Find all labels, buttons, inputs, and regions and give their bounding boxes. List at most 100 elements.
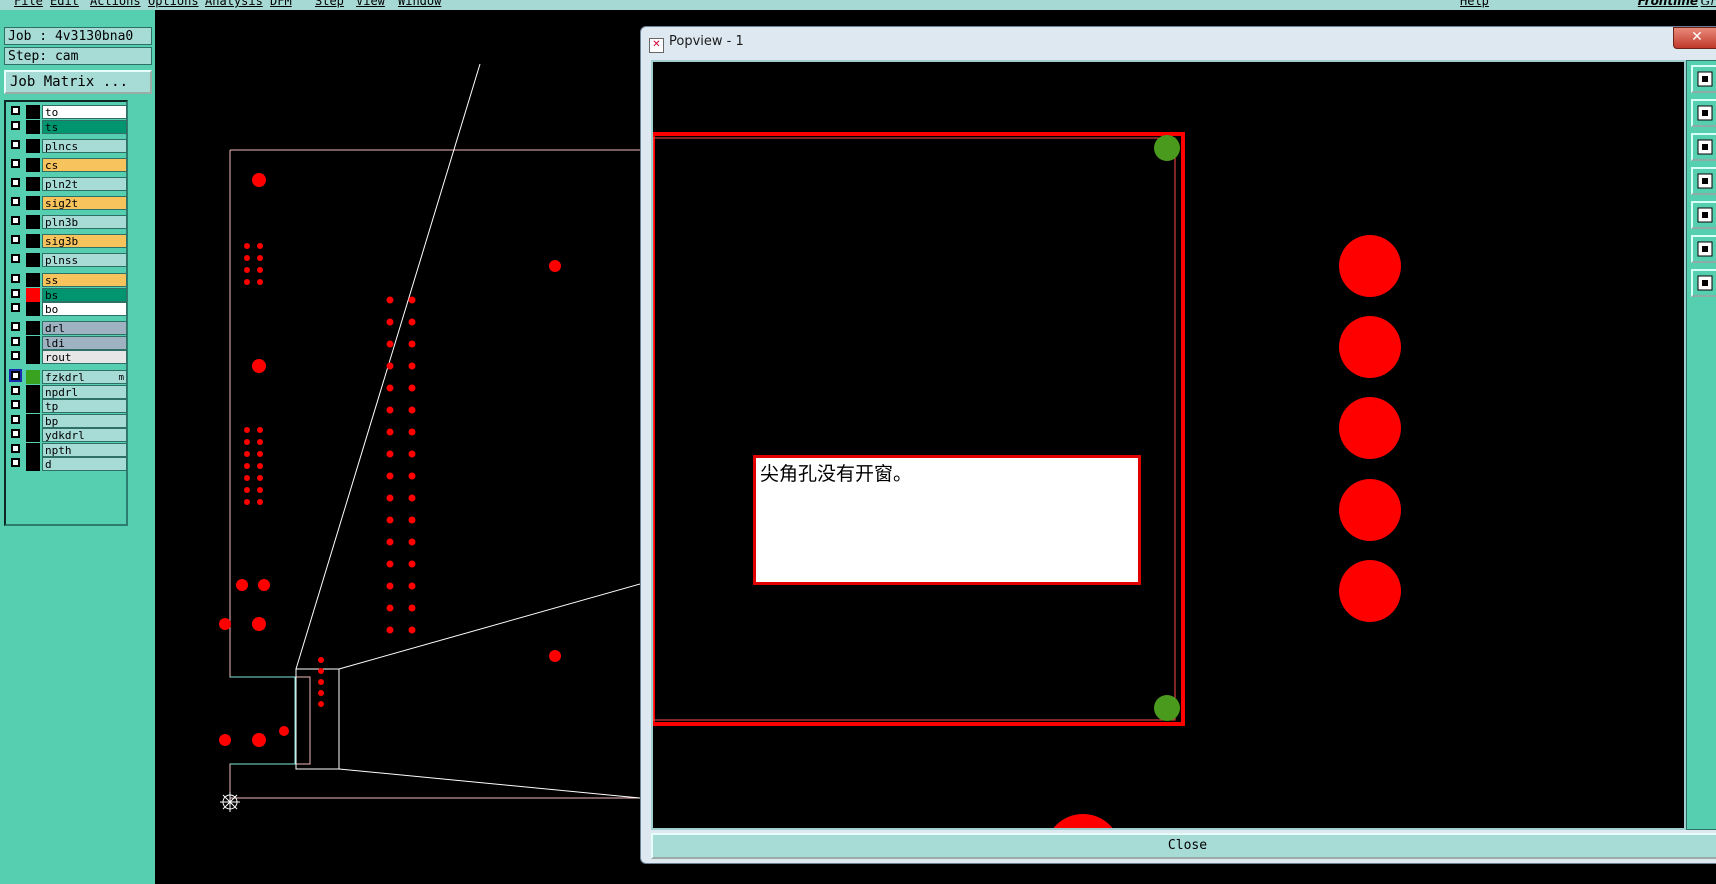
layer-name[interactable]: plnss	[42, 253, 127, 267]
fit-all-icon[interactable]	[1691, 235, 1716, 263]
layer-name[interactable]: d	[42, 457, 127, 471]
layer-row-sig2t[interactable]: sig2t	[9, 196, 127, 210]
window-close-button[interactable]: ✕	[1673, 27, 1716, 49]
menu-item-edit[interactable]: Edit	[50, 0, 79, 8]
zoom-window-icon[interactable]	[1691, 65, 1716, 93]
zoom-in-icon[interactable]	[1691, 99, 1716, 127]
layer-color-swatch[interactable]	[26, 443, 40, 457]
layer-color-swatch[interactable]	[26, 253, 40, 267]
layer-checkbox[interactable]	[11, 197, 20, 206]
layer-name[interactable]: npdrl	[42, 385, 127, 399]
menu-item-actions[interactable]: Actions	[90, 0, 141, 8]
layer-checkbox[interactable]	[11, 140, 20, 149]
layer-name[interactable]: npth	[42, 443, 127, 457]
layer-name[interactable]: pln3b	[42, 215, 127, 229]
layer-name[interactable]: bp	[42, 414, 127, 428]
layer-color-swatch[interactable]	[26, 385, 40, 399]
layer-color-swatch[interactable]	[26, 139, 40, 153]
layer-checkbox[interactable]	[11, 429, 20, 438]
layer-checkbox[interactable]	[11, 400, 20, 409]
layer-checkbox[interactable]	[11, 178, 20, 187]
layer-checkbox[interactable]	[11, 458, 20, 467]
layer-color-swatch[interactable]	[26, 158, 40, 172]
layer-checkbox[interactable]	[11, 415, 20, 424]
layer-checkbox[interactable]	[11, 386, 20, 395]
layer-checkbox[interactable]	[11, 322, 20, 331]
job-matrix-button[interactable]: Job Matrix ...	[4, 70, 152, 94]
layer-name[interactable]: bo	[42, 302, 127, 316]
menu-item-analysis[interactable]: Analysis	[205, 0, 263, 8]
layer-checkbox[interactable]	[11, 216, 20, 225]
layer-row-bs[interactable]: bs	[9, 288, 127, 302]
layer-checkbox[interactable]	[11, 444, 20, 453]
popview-canvas[interactable]: 尖角孔没有开窗。	[651, 60, 1686, 830]
layer-row-ts[interactable]: ts	[9, 120, 127, 134]
layer-row-ss[interactable]: ss	[9, 273, 127, 287]
layer-checkbox[interactable]	[11, 274, 20, 283]
layer-name[interactable]: fzkdrl m	[42, 370, 127, 384]
layer-name[interactable]: cs	[42, 158, 127, 172]
layer-color-swatch[interactable]	[26, 457, 40, 471]
layer-row-drl[interactable]: drl	[9, 321, 127, 335]
layer-checkbox[interactable]	[11, 351, 20, 360]
zoom-out-icon[interactable]	[1691, 133, 1716, 161]
menu-item-window[interactable]: Window	[398, 0, 441, 8]
layer-name[interactable]: ydkdrl	[42, 428, 127, 442]
layer-checkbox[interactable]	[11, 121, 20, 130]
layer-row-npdrl[interactable]: npdrl	[9, 385, 127, 399]
menu-item-step[interactable]: Step	[315, 0, 344, 8]
layer-checkbox[interactable]	[11, 254, 20, 263]
layer-row-ydkdrl[interactable]: ydkdrl	[9, 428, 127, 442]
menu-item-file[interactable]: File	[14, 0, 43, 8]
menu-item-dfm[interactable]: DFM	[270, 0, 292, 8]
layer-row-to[interactable]: to	[9, 105, 127, 119]
pan-right-icon[interactable]	[1691, 201, 1716, 229]
layer-row-pln3b[interactable]: pln3b	[9, 215, 127, 229]
layer-color-swatch[interactable]	[26, 321, 40, 335]
layer-checkbox[interactable]	[11, 159, 20, 168]
layer-color-swatch[interactable]	[26, 120, 40, 134]
layer-name[interactable]: to	[42, 105, 127, 119]
layer-row-d[interactable]: d	[9, 457, 127, 471]
pan-left-icon[interactable]	[1691, 167, 1716, 195]
layer-color-swatch[interactable]	[26, 177, 40, 191]
layer-checkbox[interactable]	[11, 289, 20, 298]
layer-color-swatch[interactable]	[26, 414, 40, 428]
layer-row-sig3b[interactable]: sig3b	[9, 234, 127, 248]
layer-row-plnss[interactable]: plnss	[9, 253, 127, 267]
layer-name[interactable]: plncs	[42, 139, 127, 153]
layer-color-swatch[interactable]	[26, 196, 40, 210]
layer-checkbox[interactable]	[11, 303, 20, 312]
layer-name[interactable]: drl	[42, 321, 127, 335]
layer-row-npth[interactable]: npth	[9, 443, 127, 457]
layer-color-swatch[interactable]	[26, 399, 40, 413]
layer-name[interactable]: tp	[42, 399, 127, 413]
layer-color-swatch[interactable]	[26, 350, 40, 364]
layer-color-swatch[interactable]	[26, 215, 40, 229]
layer-name[interactable]: ldi	[42, 336, 127, 350]
layer-name[interactable]: ts	[42, 120, 127, 134]
layer-color-swatch[interactable]	[26, 336, 40, 350]
layer-name[interactable]: ss	[42, 273, 127, 287]
layer-color-swatch[interactable]	[26, 105, 40, 119]
layer-name[interactable]: bs	[42, 288, 127, 302]
layer-checkbox[interactable]	[11, 106, 20, 115]
layer-checkbox[interactable]	[11, 337, 20, 346]
close-button[interactable]: Close	[651, 833, 1716, 859]
layer-row-bo[interactable]: bo	[9, 302, 127, 316]
layer-name[interactable]: rout	[42, 350, 127, 364]
layer-color-swatch[interactable]	[26, 302, 40, 316]
menu-item-view[interactable]: View	[356, 0, 385, 8]
layer-row-pln2t[interactable]: pln2t	[9, 177, 127, 191]
layer-color-swatch[interactable]	[26, 273, 40, 287]
layer-color-swatch[interactable]	[26, 370, 40, 384]
menu-item-options[interactable]: Options	[148, 0, 199, 8]
layer-row-tp[interactable]: tp	[9, 399, 127, 413]
layer-color-swatch[interactable]	[26, 428, 40, 442]
layer-name[interactable]: sig2t	[42, 196, 127, 210]
fit-view-icon[interactable]	[1691, 269, 1716, 297]
layer-name[interactable]: sig3b	[42, 234, 127, 248]
layer-checkbox[interactable]	[11, 371, 20, 380]
layer-checkbox[interactable]	[11, 235, 20, 244]
menu-item-help[interactable]: Help	[1460, 0, 1489, 8]
